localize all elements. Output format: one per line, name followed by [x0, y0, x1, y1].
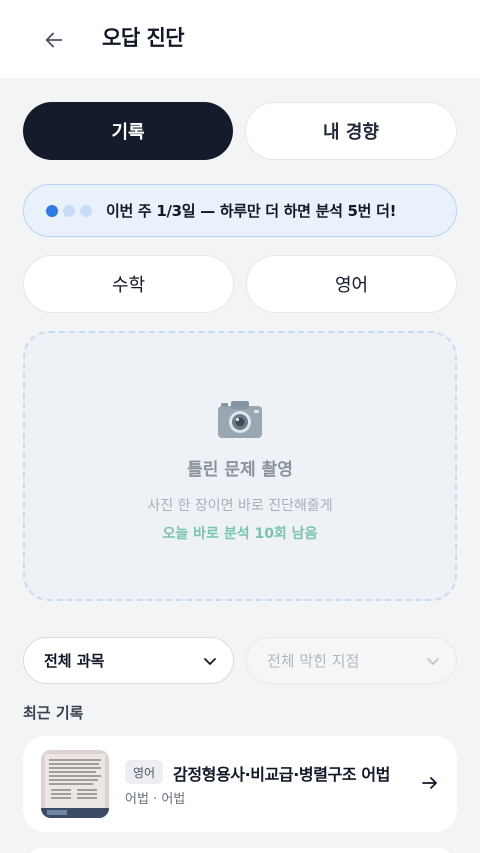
subject-filter-value: 전체 과목 [44, 652, 105, 670]
back-button[interactable] [38, 24, 70, 56]
top-bar: 오답 진단 [0, 0, 480, 78]
streak-dot-empty [63, 204, 75, 217]
subject-filter-select[interactable]: 전체 과목 [23, 637, 234, 684]
page-title: 오답 진단 [102, 26, 185, 50]
stuck-point-filter-placeholder: 전체 막힌 지점 [267, 652, 360, 670]
arrow-right-icon [422, 777, 437, 789]
subject-button-english[interactable]: 영어 [246, 255, 457, 313]
camera-icon [218, 401, 262, 438]
tab-my-trends[interactable]: 내 경향 [245, 102, 457, 160]
remaining-analyses: 오늘 바로 분석 10회 남음 [162, 526, 318, 542]
arrow-left-icon [45, 32, 63, 48]
streak-dot-filled [46, 204, 58, 217]
stuck-point-filter-select[interactable]: 전체 막힌 지점 [246, 637, 457, 684]
streak-dot-empty [80, 204, 92, 217]
streak-banner: 이번 주 1/3일 — 하루만 더 하면 분석 5번 더! [23, 184, 457, 237]
tab-record[interactable]: 기록 [23, 102, 233, 160]
upload-subtitle: 사진 한 장이면 바로 진단해줄게 [147, 498, 333, 514]
recent-record-card-partial[interactable] [23, 848, 457, 853]
streak-progress-dots [46, 204, 92, 217]
subject-button-math[interactable]: 수학 [23, 255, 234, 313]
upload-title: 틀린 문제 촬영 [187, 460, 293, 480]
record-title: 감정형용사·비교급·병렬구조 어법 [173, 765, 391, 784]
recent-record-card[interactable]: 영어 감정형용사·비교급·병렬구조 어법 어법 · 어법 [23, 736, 457, 832]
chevron-down-icon [204, 658, 216, 665]
recent-section-label: 최근 기록 [23, 704, 84, 722]
photo-upload-area[interactable]: 틀린 문제 촬영 사진 한 장이면 바로 진단해줄게 오늘 바로 분석 10회 … [23, 331, 457, 601]
problem-photo-thumbnail [41, 750, 109, 818]
subject-badge: 영어 [125, 760, 164, 784]
streak-text: 이번 주 1/3일 — 하루만 더 하면 분석 5번 더! [106, 202, 397, 220]
chevron-down-icon [427, 658, 439, 665]
record-subtitle: 어법 · 어법 [125, 792, 186, 807]
